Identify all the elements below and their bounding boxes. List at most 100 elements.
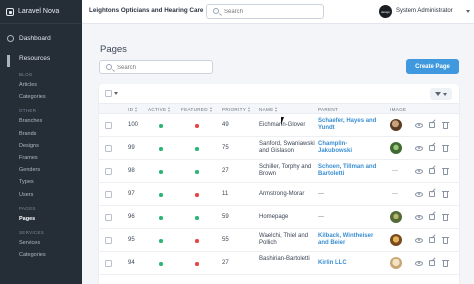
delete-icon[interactable] — [441, 190, 449, 198]
global-search[interactable] — [206, 4, 324, 19]
sidebar-item-service-categories[interactable]: Categories — [0, 249, 82, 261]
sort-icon — [275, 106, 278, 112]
delete-icon[interactable] — [441, 121, 449, 129]
create-page-button[interactable]: Create Page — [406, 59, 459, 74]
edit-icon[interactable] — [428, 213, 436, 221]
chevron-down-icon[interactable] — [466, 10, 470, 13]
delete-icon[interactable] — [441, 167, 449, 175]
view-icon[interactable] — [415, 190, 423, 198]
view-icon[interactable] — [415, 144, 423, 152]
edit-icon[interactable] — [428, 190, 436, 198]
resource-search-input[interactable] — [117, 63, 209, 72]
active-status-dot — [159, 193, 163, 197]
table-row[interactable]: 99 75 Sanford, Swaniawski and Gislason Cham… — [99, 137, 459, 160]
delete-icon[interactable] — [441, 144, 449, 152]
sidebar-item-users[interactable]: Users — [0, 189, 82, 201]
delete-icon[interactable] — [441, 213, 449, 221]
parent-link[interactable]: Kilback, Wintheiser and Beier — [318, 233, 380, 247]
cell-priority: 59 — [222, 214, 229, 220]
search-icon — [106, 64, 112, 70]
brand[interactable]: Laravel Nova — [0, 0, 82, 24]
row-checkbox[interactable] — [105, 168, 112, 175]
view-icon[interactable] — [415, 259, 423, 267]
page-thumbnail — [390, 211, 402, 223]
user-menu[interactable]: System Administrator — [396, 8, 453, 14]
avatar[interactable]: design — [379, 5, 392, 18]
resource-search[interactable] — [99, 60, 213, 74]
column-header-featured[interactable]: FEATURED — [181, 106, 213, 112]
parent-link[interactable]: Schoen, Tillman and Bartoletti — [318, 164, 380, 178]
row-checkbox[interactable] — [105, 260, 112, 267]
sidebar-item-genders[interactable]: Genders — [0, 164, 82, 176]
sidebar-item-brands[interactable]: Brands — [0, 128, 82, 140]
table-row[interactable]: 95 55 Waelchi, Thiel and Pollich Kilback, W… — [99, 229, 459, 252]
sidebar-item-pages[interactable]: Pages — [0, 213, 82, 225]
parent-link[interactable]: Schaefer, Hayes and Yundt — [318, 118, 380, 132]
table-row[interactable]: 97 11 Armstrong-Morar — — — [99, 183, 459, 206]
cell-name: Waelchi, Thiel and Pollich — [259, 233, 309, 246]
select-all-dropdown[interactable] — [105, 90, 118, 97]
delete-icon[interactable] — [441, 259, 449, 267]
table-row[interactable]: 94 27 Bashirian-Bartoletti Kirlin LLC — [99, 252, 459, 275]
column-header-id[interactable]: ID — [128, 106, 138, 112]
view-icon[interactable] — [415, 121, 423, 129]
delete-icon[interactable] — [441, 236, 449, 244]
edit-icon[interactable] — [428, 121, 436, 129]
active-status-dot — [159, 147, 163, 151]
featured-status-dot — [195, 124, 199, 128]
select-all-checkbox[interactable] — [105, 90, 112, 97]
sidebar-item-frames[interactable]: Frames — [0, 152, 82, 164]
column-header-active[interactable]: ACTIVE — [148, 106, 171, 112]
column-header-priority[interactable]: PRIORITY — [222, 106, 251, 112]
filter-button[interactable] — [430, 88, 452, 100]
cell-name: Eichmann-Glover — [259, 122, 306, 128]
table-row[interactable]: 98 27 Schiller, Torphy and Brown Schoen, Ti… — [99, 160, 459, 183]
cell-priority: 75 — [222, 145, 229, 151]
column-label: ID — [128, 106, 134, 112]
parent-link[interactable]: Champlin-Jakubowski — [318, 141, 380, 155]
page-title: Pages — [100, 44, 127, 55]
resources-grid-icon — [7, 54, 14, 67]
parent-link[interactable]: Kirlin LLC — [318, 260, 380, 267]
sidebar-item-branches[interactable]: Branches — [0, 115, 82, 127]
row-checkbox[interactable] — [105, 237, 112, 244]
view-icon[interactable] — [415, 167, 423, 175]
cell-id: 98 — [128, 168, 135, 174]
edit-icon[interactable] — [428, 259, 436, 267]
edit-icon[interactable] — [428, 236, 436, 244]
view-icon[interactable] — [415, 213, 423, 221]
view-icon[interactable] — [415, 236, 423, 244]
cell-name: Homepage — [259, 214, 289, 220]
cell-priority: 55 — [222, 237, 229, 243]
sort-icon — [248, 106, 251, 112]
global-search-input[interactable] — [224, 7, 319, 16]
row-checkbox[interactable] — [105, 122, 112, 129]
column-header-image: IMAGE — [390, 107, 406, 112]
cell-priority: 27 — [222, 260, 229, 266]
edit-icon[interactable] — [428, 167, 436, 175]
sidebar-item-articles[interactable]: Articles — [0, 79, 82, 91]
table-row[interactable]: 96 59 Homepage — — [99, 206, 459, 229]
sidebar-section-blog: BLOG — [19, 72, 33, 77]
table-row[interactable]: 100 49 Eichmann-Glover Schaefer, Hayes and … — [99, 114, 459, 137]
featured-status-dot — [195, 147, 199, 151]
sidebar-item-resources[interactable]: Resources — [0, 49, 82, 67]
cell-priority: 11 — [222, 191, 229, 197]
cell-priority: 49 — [222, 122, 229, 128]
row-checkbox[interactable] — [105, 191, 112, 198]
sidebar-item-blog-categories[interactable]: Categories — [0, 91, 82, 103]
row-checkbox[interactable] — [105, 214, 112, 221]
sidebar-item-services[interactable]: Services — [0, 237, 82, 249]
active-status-dot — [159, 170, 163, 174]
sidebar-item-dashboard[interactable]: Dashboard — [0, 29, 82, 47]
sidebar-item-designs[interactable]: Designs — [0, 140, 82, 152]
edit-icon[interactable] — [428, 144, 436, 152]
cell-parent-empty: — — [318, 191, 324, 197]
sidebar-item-types[interactable]: Types — [0, 176, 82, 188]
column-header-name[interactable]: NAME — [259, 106, 278, 112]
row-checkbox[interactable] — [105, 145, 112, 152]
cell-name: Schiller, Torphy and Brown — [259, 164, 312, 177]
cell-name: Sanford, Swaniawski and Gislason — [259, 141, 315, 154]
cell-id: 99 — [128, 145, 135, 151]
chevron-down-icon[interactable] — [114, 92, 118, 95]
